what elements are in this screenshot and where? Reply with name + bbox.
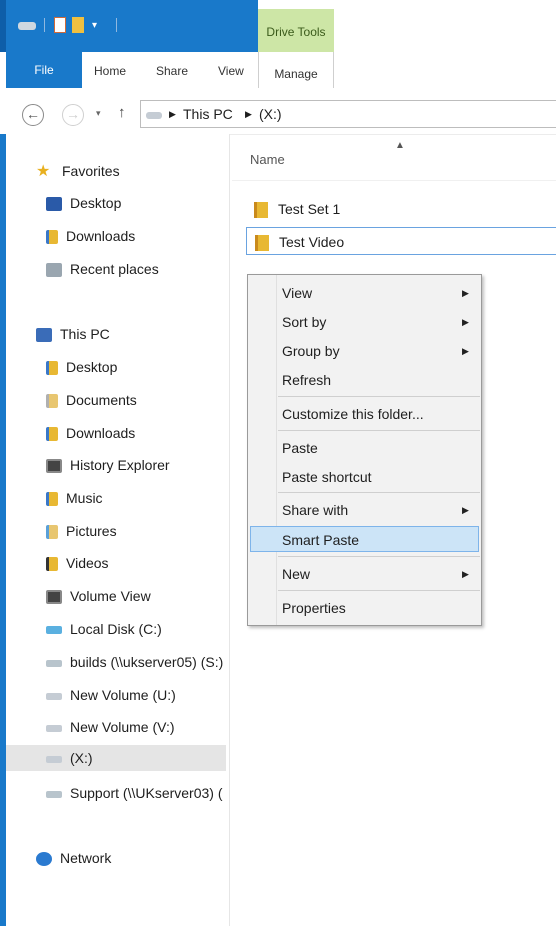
nav-new-volume-v[interactable]: New Volume (V:) [46, 714, 175, 740]
music-folder-icon [46, 492, 58, 507]
menu-separator [278, 590, 480, 591]
documents-folder-icon [46, 394, 58, 409]
submenu-arrow-icon: ▶ [462, 346, 469, 356]
up-button[interactable]: ↑ [118, 104, 126, 121]
nav-new-volume-u[interactable]: New Volume (U:) [46, 682, 176, 708]
tab-file[interactable]: File [6, 52, 82, 88]
nav-favorites-desktop[interactable]: Desktop [46, 190, 121, 216]
menu-separator [278, 430, 480, 431]
nav-volume-view[interactable]: Volume View [46, 583, 151, 609]
breadcrumb-this-pc[interactable]: This PC [183, 101, 233, 127]
nav-this-pc[interactable]: This PC [36, 321, 110, 347]
drive-icon [46, 755, 62, 763]
history-explorer-icon [46, 459, 62, 474]
nav-pictures[interactable]: Pictures [46, 518, 117, 544]
nav-history-explorer[interactable]: History Explorer [46, 452, 170, 478]
star-icon: ★ [36, 163, 51, 181]
nav-builds-s[interactable]: builds (\\ukserver05) (S:) [46, 649, 223, 675]
tab-manage[interactable]: Manage [258, 52, 334, 88]
navigation-pane [6, 134, 230, 926]
tab-home[interactable]: Home [94, 64, 126, 78]
network-drive-icon [46, 659, 62, 667]
list-item[interactable]: Test Video [246, 227, 556, 255]
nav-music[interactable]: Music [46, 485, 103, 511]
customize-toolbar-icon[interactable]: ▾ [92, 20, 97, 31]
breadcrumb-drive-x[interactable]: (X:) [259, 101, 282, 127]
nav-favorites-downloads[interactable]: Downloads [46, 223, 135, 249]
menu-separator [278, 396, 480, 397]
desktop-icon [46, 197, 62, 212]
forward-button[interactable]: → [62, 104, 84, 126]
breadcrumb-chevron-icon[interactable]: ▶ [245, 101, 252, 127]
local-disk-icon [46, 626, 62, 635]
drive-icon [18, 22, 36, 30]
submenu-arrow-icon: ▶ [462, 569, 469, 579]
menu-item-refresh[interactable]: Refresh [278, 367, 478, 393]
nav-documents[interactable]: Documents [46, 387, 137, 413]
network-drive-icon [46, 790, 62, 798]
drive-tools-group: Drive Tools [258, 9, 334, 52]
submenu-arrow-icon: ▶ [462, 288, 469, 298]
back-button[interactable]: ← [22, 104, 44, 126]
menu-item-share-with[interactable]: Share with [278, 497, 478, 523]
recent-places-icon [46, 263, 62, 278]
menu-item-customize-folder[interactable]: Customize this folder... [278, 401, 478, 427]
submenu-arrow-icon: ▶ [462, 317, 469, 327]
drive-icon [146, 112, 162, 119]
new-folder-icon[interactable] [72, 17, 84, 33]
quick-access-toolbar: ▾ [0, 0, 258, 52]
properties-icon[interactable] [54, 17, 66, 33]
menu-item-view[interactable]: View [278, 280, 478, 306]
separator [44, 18, 45, 32]
list-item[interactable]: Test Set 1 [246, 195, 340, 223]
nav-drive-x[interactable]: (X:) [6, 745, 226, 771]
nav-support[interactable]: Support (\\UKserver03) ( [46, 780, 226, 806]
nav-recent-places[interactable]: Recent places [46, 256, 159, 282]
menu-item-group-by[interactable]: Group by [278, 338, 478, 364]
nav-favorites[interactable]: ★ Favorites [36, 158, 120, 184]
nav-downloads[interactable]: Downloads [46, 420, 135, 446]
separator [116, 18, 117, 32]
drive-icon [46, 724, 62, 732]
recent-locations-chevron-icon[interactable]: ▾ [96, 108, 101, 119]
pictures-folder-icon [46, 525, 58, 540]
folder-icon [255, 235, 269, 252]
nav-videos[interactable]: Videos [46, 550, 109, 576]
menu-separator [278, 492, 480, 493]
context-menu-gutter [276, 275, 277, 625]
computer-icon [36, 328, 52, 343]
address-bar[interactable]: ▶ This PC ▶ (X:) [140, 100, 556, 128]
network-icon [36, 852, 52, 867]
menu-separator [278, 556, 480, 557]
menu-item-smart-paste[interactable]: Smart Paste [250, 526, 479, 552]
menu-item-sort-by[interactable]: Sort by [278, 309, 478, 335]
column-header-name[interactable]: Name [250, 152, 285, 167]
nav-desktop[interactable]: Desktop [46, 354, 117, 380]
breadcrumb-chevron-icon[interactable]: ▶ [169, 101, 176, 127]
tab-share[interactable]: Share [156, 64, 188, 78]
desktop-folder-icon [46, 361, 58, 376]
downloads-folder-icon [46, 427, 58, 442]
videos-folder-icon [46, 557, 58, 572]
nav-local-disk-c[interactable]: Local Disk (C:) [46, 616, 162, 642]
menu-item-new[interactable]: New [278, 561, 478, 587]
menu-item-paste[interactable]: Paste [278, 435, 478, 461]
sort-ascending-icon: ▲ [395, 140, 405, 151]
header-divider [232, 180, 556, 181]
tab-view[interactable]: View [218, 64, 244, 78]
nav-network[interactable]: Network [36, 845, 111, 871]
menu-item-paste-shortcut[interactable]: Paste shortcut [278, 464, 478, 490]
menu-item-properties[interactable]: Properties [278, 595, 478, 621]
submenu-arrow-icon: ▶ [462, 505, 469, 515]
volume-view-icon [46, 590, 62, 605]
folder-icon [254, 202, 268, 219]
downloads-folder-icon [46, 230, 58, 245]
drive-icon [46, 692, 62, 700]
